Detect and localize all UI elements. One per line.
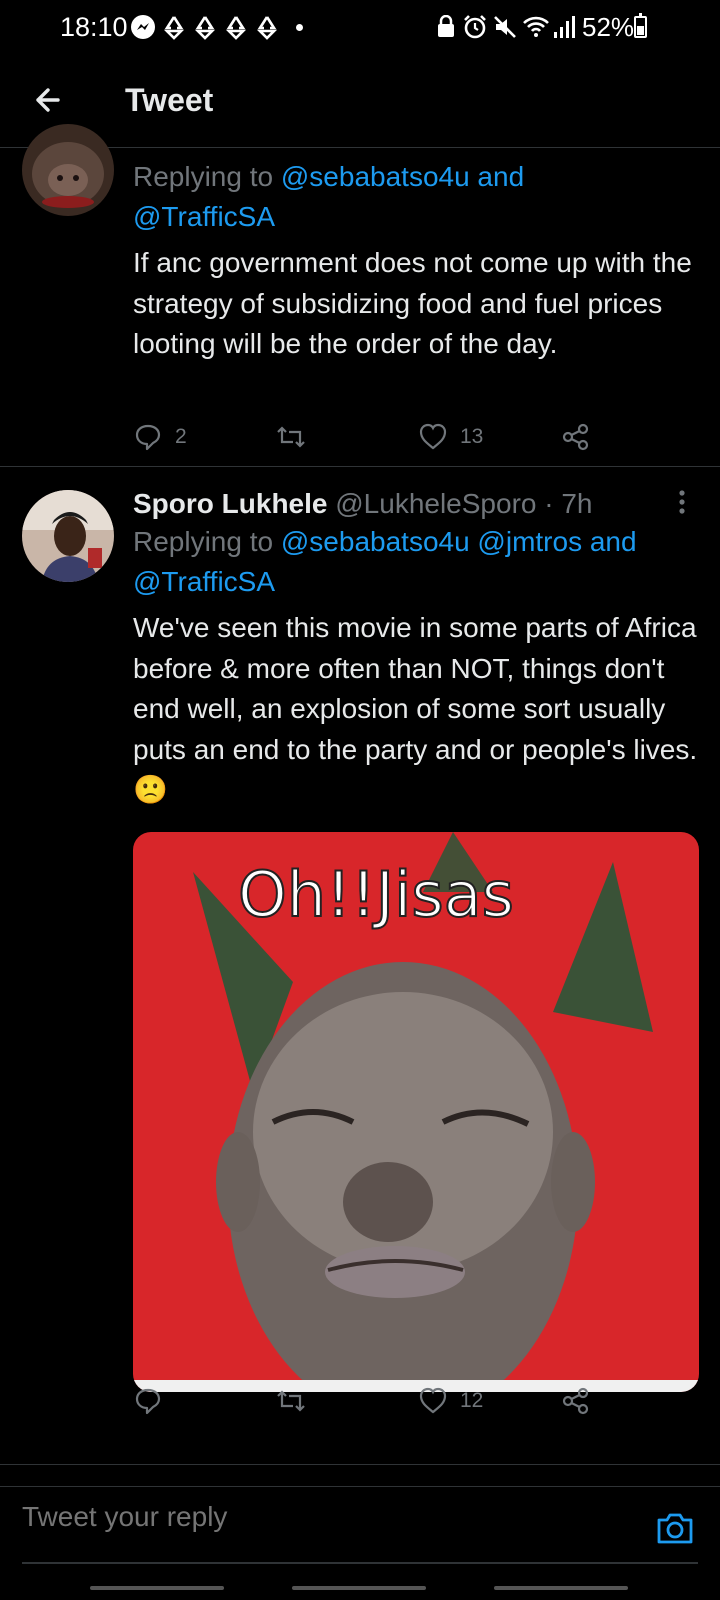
more-notifications-dot: [296, 24, 303, 31]
replying-to: Replying to @sebabatso4u and @TrafficSA: [133, 157, 703, 237]
like-count: 12: [460, 1389, 484, 1412]
recycle-icon: [256, 16, 278, 40]
mention-link[interactable]: @TrafficSA: [133, 201, 275, 232]
lock-icon: [438, 15, 454, 37]
share-icon: [562, 1387, 589, 1415]
heart-icon: [419, 1387, 447, 1414]
messenger-icon: [131, 15, 155, 39]
replying-to-label: Replying to: [133, 526, 281, 557]
retweet-button[interactable]: [275, 422, 319, 452]
recycle-icon: [225, 16, 247, 40]
more-vertical-icon[interactable]: [672, 488, 692, 518]
share-button[interactable]: [561, 422, 591, 452]
avatar[interactable]: [22, 490, 114, 582]
share-button[interactable]: [561, 1386, 591, 1416]
signal-icon: [554, 16, 575, 38]
reply-count: 2: [175, 425, 187, 448]
composer-underline: [22, 1562, 698, 1564]
nav-recents[interactable]: [90, 1586, 224, 1590]
tweet-text: We've seen this movie in some parts of A…: [133, 608, 703, 811]
camera-icon[interactable]: [655, 1509, 695, 1547]
like-button[interactable]: 12: [418, 1386, 483, 1416]
author-line: Sporo Lukhele @LukheleSporo · 7h: [133, 486, 593, 522]
meme-caption: Oh!!Jisas: [238, 858, 514, 931]
reply-composer: [0, 1486, 720, 1576]
retweet-button[interactable]: [275, 1386, 319, 1416]
tweet-body: We've seen this movie in some parts of A…: [133, 612, 698, 765]
arrow-left-icon[interactable]: [28, 78, 72, 122]
nav-back[interactable]: [494, 1586, 628, 1590]
tweet-text: If anc government does not come up with …: [133, 247, 692, 359]
mention-link[interactable]: @TrafficSA: [133, 566, 275, 597]
mention-link[interactable]: @sebabatso4u @jmtros and: [281, 526, 637, 557]
heart-icon: [419, 423, 447, 450]
status-time: 18:10: [60, 12, 128, 42]
battery-percent: 52%: [582, 12, 635, 42]
alarm-icon: [464, 15, 486, 39]
divider: [0, 466, 720, 467]
divider: [0, 1464, 720, 1465]
reply-button[interactable]: [133, 1386, 175, 1416]
status-bar: 18:10 52%: [0, 0, 720, 56]
wifi-icon: [523, 16, 549, 37]
recycle-icon: [194, 16, 216, 40]
author-handle[interactable]: @LukheleSporo · 7h: [335, 488, 592, 519]
reply-icon: [135, 1388, 161, 1415]
frown-emoji: 🙁: [133, 774, 168, 805]
retweet-icon: [277, 426, 305, 448]
system-nav-bar: [0, 1576, 720, 1600]
avatar[interactable]: [22, 124, 114, 216]
replying-to: Replying to @sebabatso4u @jmtros and @Tr…: [133, 522, 703, 602]
retweet-icon: [277, 1390, 305, 1412]
recycle-icon: [163, 16, 185, 40]
mute-icon: [494, 16, 516, 38]
tweet-actions: 2 13: [133, 422, 613, 458]
reply-input[interactable]: [22, 1501, 622, 1533]
reply-icon: [135, 424, 161, 451]
like-button[interactable]: 13: [418, 422, 483, 452]
replying-to-label: Replying to: [133, 161, 281, 192]
tweet-media-image[interactable]: Oh!!Jisas: [133, 832, 699, 1392]
reply-button[interactable]: 2: [133, 422, 187, 452]
like-count: 13: [460, 425, 484, 448]
app-header: Tweet: [0, 56, 720, 148]
nav-home[interactable]: [292, 1586, 426, 1590]
share-icon: [562, 423, 589, 451]
battery-icon: [634, 13, 647, 38]
page-title: Tweet: [125, 82, 214, 118]
tweet-actions: 12: [133, 1386, 613, 1422]
author-name[interactable]: Sporo Lukhele: [133, 488, 327, 519]
mention-link[interactable]: @sebabatso4u and: [281, 161, 524, 192]
notification-icons: [130, 14, 280, 40]
